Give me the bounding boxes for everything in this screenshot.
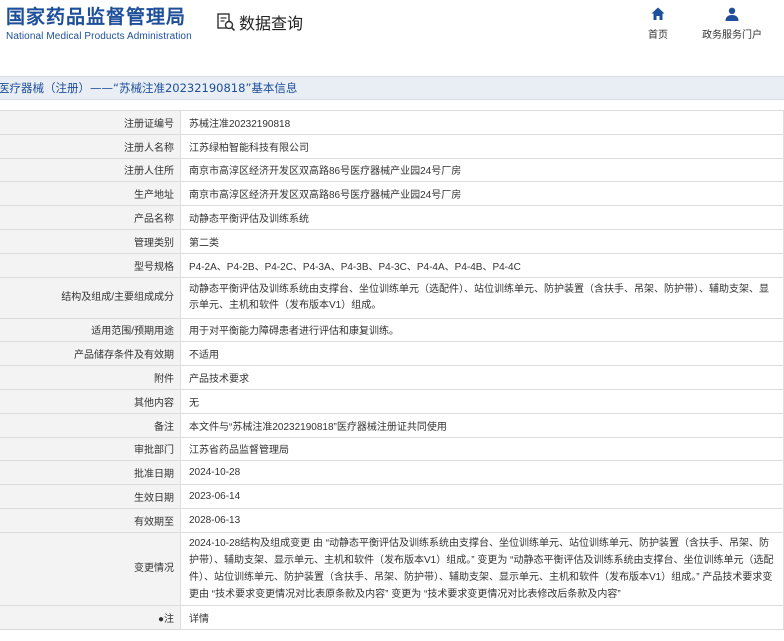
row-label: 适用范围/预期用途 — [0, 317, 181, 343]
row-value: 用于对平衡能力障碍患者进行评估和康复训练。 — [180, 317, 784, 343]
table-row: 附件 产品技术要求 — [0, 365, 784, 390]
home-icon — [651, 7, 665, 20]
table-row: 其他内容 无 — [0, 388, 784, 414]
table-row: 管理类别 第二类 — [0, 228, 784, 254]
row-value: 不适用 — [180, 341, 784, 367]
nav-service-portal[interactable]: 政务服务门户 — [702, 6, 762, 41]
row-value: 2024-10-28 — [180, 460, 784, 486]
user-icon — [725, 7, 739, 21]
table-row: 审批部门 江苏省药品监督管理局 — [0, 436, 784, 462]
table-row: 生效日期 2023-06-14 — [0, 484, 784, 509]
table-row: 注册证编号 苏械注准20232190818 — [0, 110, 784, 135]
row-label: 产品名称 — [0, 205, 181, 230]
details-link[interactable]: 详情 — [180, 604, 784, 630]
table-row: 产品名称 动静态平衡评估及训练系统 — [0, 205, 784, 230]
record-title: 医疗器械（注册）——“苏械注准20232190818”基本信息 — [0, 81, 298, 95]
row-label: 管理类别 — [0, 228, 181, 254]
table-row: 变更情况 2024-10-28结构及组成变更 由 “动静态平衡评估及训练系统由支… — [0, 531, 784, 606]
table-row: 批准日期 2024-10-28 — [0, 460, 784, 486]
table-row: 有效期至 2028-06-13 — [0, 507, 784, 533]
table-row: ●注 详情 — [0, 604, 784, 630]
data-query-heading: 数据查询 — [216, 10, 303, 34]
row-value: 江苏绿柏智能科技有限公司 — [180, 133, 784, 159]
row-value: 江苏省药品监督管理局 — [180, 436, 784, 462]
row-value: 产品技术要求 — [180, 365, 784, 390]
nmpa-logo[interactable]: 国家药品监督管理局 National Medical Products Admi… — [6, 6, 192, 42]
row-label: 附件 — [0, 365, 181, 390]
row-label: 型号规格 — [0, 252, 181, 278]
row-value: 无 — [180, 388, 784, 414]
row-label: 批准日期 — [0, 460, 181, 486]
row-value: 2024-10-28结构及组成变更 由 “动静态平衡评估及训练系统由支撑台、坐位… — [180, 531, 784, 606]
row-label: 变更情况 — [0, 531, 181, 606]
table-row: 型号规格 P4-2A、P4-2B、P4-2C、P4-3A、P4-3B、P4-3C… — [0, 252, 784, 278]
brand-name-en: National Medical Products Administration — [6, 31, 192, 42]
data-search-icon — [217, 13, 236, 32]
table-row: 备注 本文件与“苏械注准20232190818”医疗器械注册证共同使用 — [0, 412, 784, 438]
row-label: 产品储存条件及有效期 — [0, 341, 181, 367]
row-value: 2023-06-14 — [180, 484, 784, 509]
row-value: 苏械注准20232190818 — [180, 110, 784, 135]
row-label: 有效期至 — [0, 507, 181, 533]
nav-service-portal-label: 政务服务门户 — [702, 30, 762, 41]
registration-info-table: 注册证编号 苏械注准20232190818 注册人名称 江苏绿柏智能科技有限公司… — [0, 110, 784, 630]
row-label: 结构及组成/主要组成成分 — [0, 276, 181, 319]
row-value: 南京市高淳区经济开发区双高路86号医疗器械产业园24号厂房 — [180, 181, 784, 207]
row-label: 备注 — [0, 412, 181, 438]
table-row: 注册人住所 南京市高淳区经济开发区双高路86号医疗器械产业园24号厂房 — [0, 157, 784, 183]
table-row: 生产地址 南京市高淳区经济开发区双高路86号医疗器械产业园24号厂房 — [0, 181, 784, 207]
row-label: 注册人名称 — [0, 133, 181, 159]
row-label: 其他内容 — [0, 388, 181, 414]
table-row: 产品储存条件及有效期 不适用 — [0, 341, 784, 367]
brand-name-cn: 国家药品监督管理局 — [6, 6, 187, 28]
site-header: 国家药品监督管理局 National Medical Products Admi… — [0, 0, 784, 70]
row-label: 生产地址 — [0, 181, 181, 207]
nav-home[interactable]: 首页 — [648, 6, 668, 41]
row-value: 动静态平衡评估及训练系统 — [180, 205, 784, 230]
row-label: ●注 — [0, 604, 181, 630]
row-label: 审批部门 — [0, 436, 181, 462]
row-label: 注册证编号 — [0, 110, 181, 135]
record-title-bar: 医疗器械（注册）——“苏械注准20232190818”基本信息 — [0, 76, 784, 100]
row-value: 动静态平衡评估及训练系统由支撑台、坐位训练单元（选配件）、站位训练单元、防护装置… — [180, 276, 784, 319]
table-row: 适用范围/预期用途 用于对平衡能力障碍患者进行评估和康复训练。 — [0, 317, 784, 343]
table-row: 注册人名称 江苏绿柏智能科技有限公司 — [0, 133, 784, 159]
note-label: 注 — [164, 613, 174, 625]
row-value: 本文件与“苏械注准20232190818”医疗器械注册证共同使用 — [180, 412, 784, 438]
row-value: 南京市高淳区经济开发区双高路86号医疗器械产业园24号厂房 — [180, 157, 784, 183]
row-value: 第二类 — [180, 228, 784, 254]
data-query-label: 数据查询 — [239, 14, 304, 33]
row-value: 2028-06-13 — [180, 507, 784, 533]
nav-home-label: 首页 — [648, 30, 668, 41]
row-value: P4-2A、P4-2B、P4-2C、P4-3A、P4-3B、P4-3C、P4-4… — [180, 252, 784, 278]
row-label: 注册人住所 — [0, 157, 181, 183]
row-label: 生效日期 — [0, 484, 181, 509]
table-row: 结构及组成/主要组成成分 动静态平衡评估及训练系统由支撑台、坐位训练单元（选配件… — [0, 276, 784, 319]
